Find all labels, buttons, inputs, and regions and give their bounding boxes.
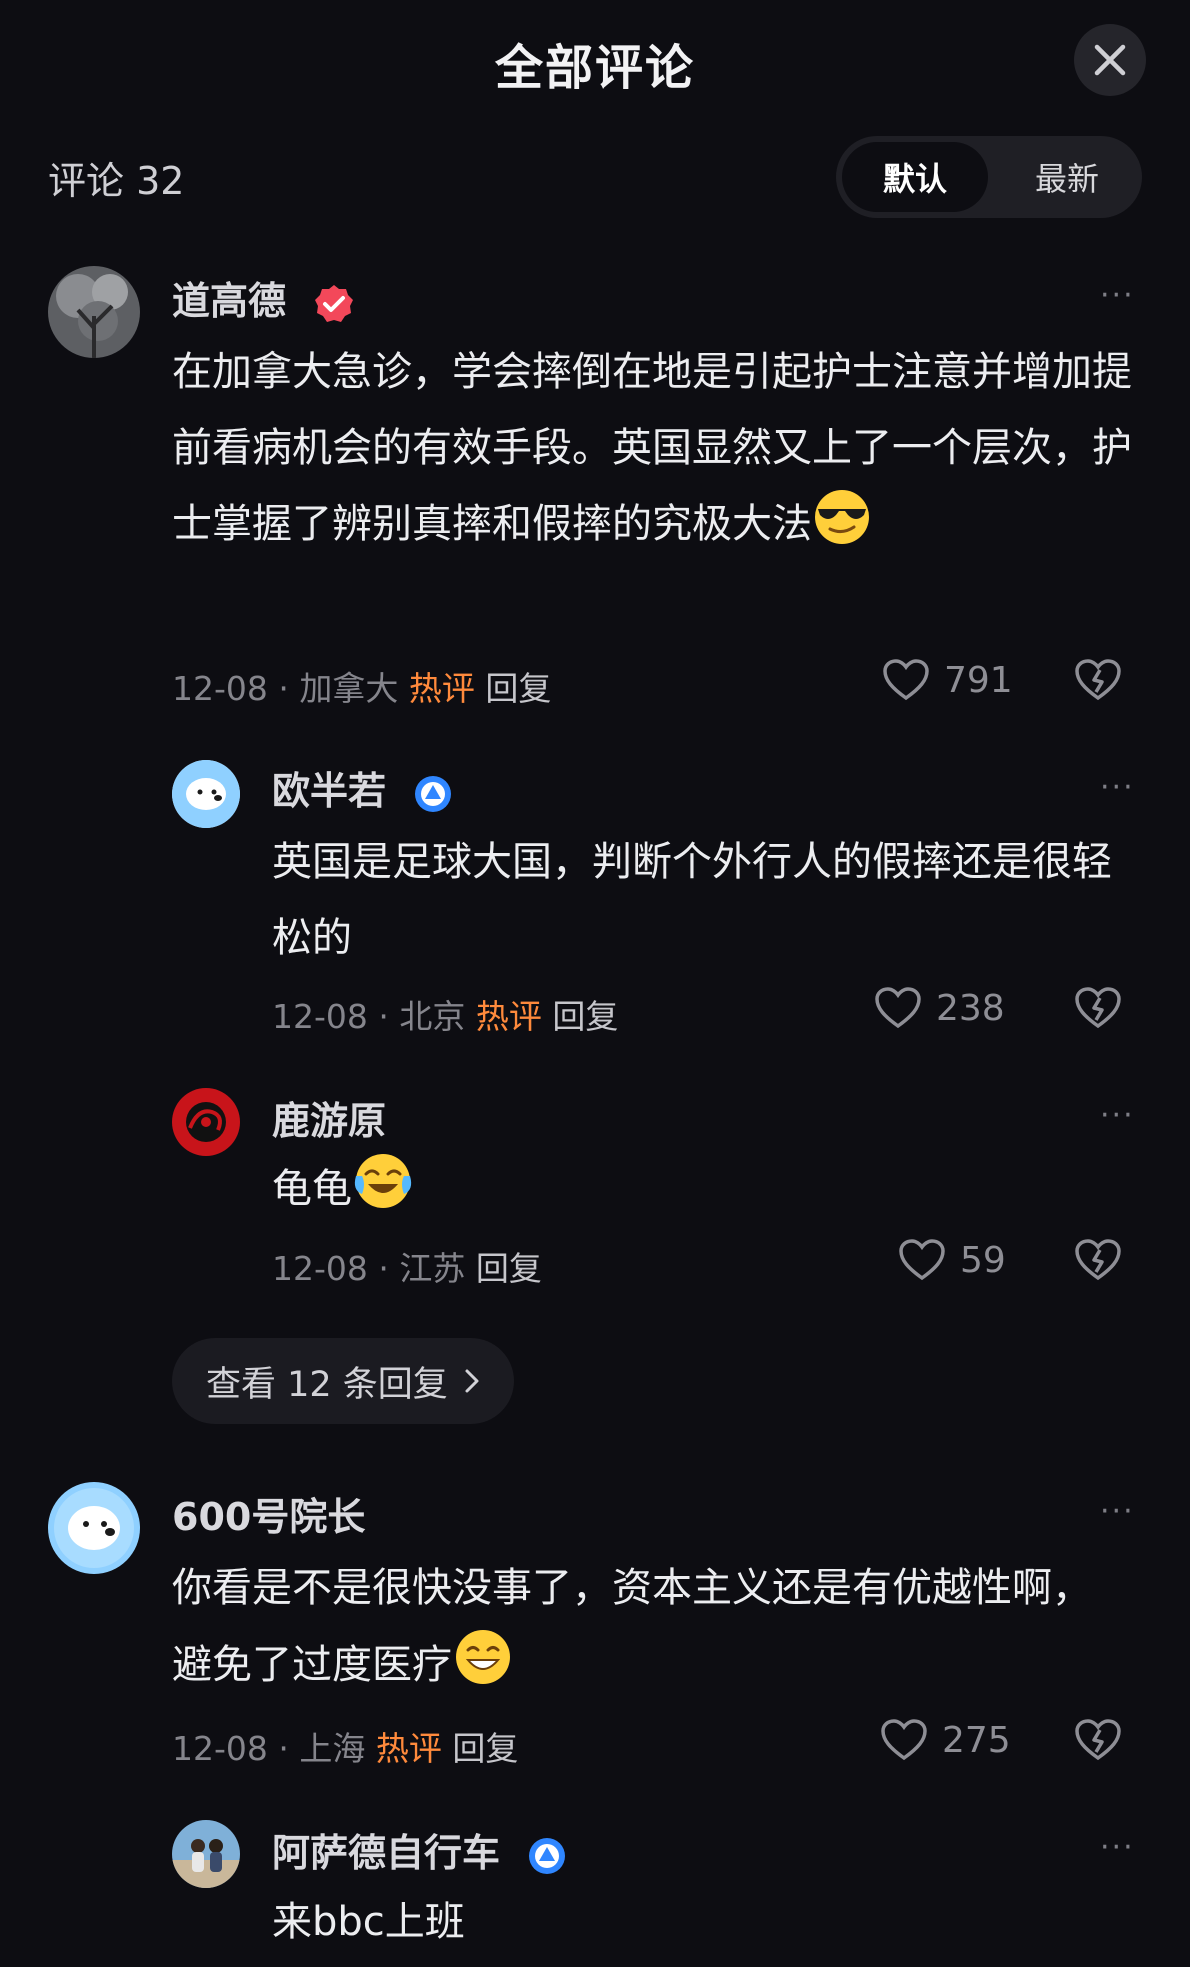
page-title: 全部评论 xyxy=(494,40,695,96)
heart-icon xyxy=(899,1239,945,1281)
close-button[interactable] xyxy=(1074,24,1146,96)
username[interactable]: 道高德 xyxy=(172,270,355,325)
close-icon xyxy=(1094,44,1126,76)
avatar[interactable] xyxy=(172,1088,240,1156)
more-icon[interactable]: ··· xyxy=(1100,1494,1135,1529)
more-icon[interactable]: ··· xyxy=(1100,1830,1135,1865)
cool-sunglasses-emoji-icon xyxy=(815,490,869,544)
comment-text: 英国是足球大国，判断个外行人的假摔还是很轻松的 xyxy=(272,839,1112,961)
comment-text: 在加拿大急诊，学会摔倒在地是引起护士注意并增加提前看病机会的有效手段。英国显然又… xyxy=(172,349,1132,547)
like-button[interactable]: 59 xyxy=(898,1238,1006,1282)
hot-badge: 热评 xyxy=(408,669,475,708)
sort-latest-tab[interactable]: 最新 xyxy=(994,142,1140,212)
verified-badge-icon xyxy=(315,284,354,322)
avatar[interactable] xyxy=(48,266,140,358)
laughing-crying-emoji-icon xyxy=(354,1154,412,1208)
reply-button[interactable]: 回复 xyxy=(552,997,618,1036)
username[interactable]: 阿萨德自行车 xyxy=(272,1822,567,1877)
more-icon[interactable]: ··· xyxy=(1100,278,1135,313)
verified-badge-icon xyxy=(529,1837,566,1874)
like-button[interactable]: 791 xyxy=(882,658,1013,702)
like-button[interactable]: 238 xyxy=(874,986,1005,1030)
comment-meta: 12-08 · 加拿大 热评 回复 xyxy=(172,669,552,708)
username[interactable]: 鹿游原 xyxy=(272,1090,386,1145)
hot-badge: 热评 xyxy=(475,997,542,1036)
like-count: 59 xyxy=(960,1239,1006,1281)
dislike-button[interactable] xyxy=(1074,986,1122,1034)
username[interactable]: 600号院长 xyxy=(172,1486,365,1541)
heart-icon xyxy=(883,659,929,701)
broken-heart-icon xyxy=(1075,659,1121,701)
verified-badge-icon xyxy=(415,775,452,812)
comment-meta: 12-08 · 江苏 回复 xyxy=(272,1249,542,1288)
like-count: 791 xyxy=(944,659,1013,701)
more-icon[interactable]: ··· xyxy=(1100,770,1135,805)
comment-text: 龟龟 xyxy=(272,1150,1132,1227)
heart-icon xyxy=(881,1719,927,1761)
dislike-button[interactable] xyxy=(1074,1238,1122,1286)
reply-button[interactable]: 回复 xyxy=(476,1249,542,1288)
reply-button[interactable]: 回复 xyxy=(485,669,551,708)
chevron-right-icon xyxy=(465,1369,479,1393)
avatar[interactable] xyxy=(172,760,240,828)
comment-meta: 12-08 · 上海 热评 回复 xyxy=(172,1729,519,1768)
sort-toggle: 默认 最新 xyxy=(836,136,1142,218)
dislike-button[interactable] xyxy=(1074,1718,1122,1766)
comment-meta: 12-08 · 北京 热评 回复 xyxy=(272,997,619,1036)
comment-text: 来bbc上班 xyxy=(272,1899,465,1945)
sort-default-tab[interactable]: 默认 xyxy=(842,142,988,212)
avatar[interactable] xyxy=(48,1482,140,1574)
broken-heart-icon xyxy=(1075,1239,1121,1281)
comment-count: 评论 32 xyxy=(48,159,185,203)
like-button[interactable]: 275 xyxy=(880,1718,1011,1762)
comment-text: 你看是不是很快没事了，资本主义还是有优越性啊，避免了过度医疗 xyxy=(172,1565,1092,1688)
reply-button[interactable]: 回复 xyxy=(452,1729,518,1768)
heart-icon xyxy=(875,987,921,1029)
username[interactable]: 欧半若 xyxy=(272,760,453,815)
like-count: 238 xyxy=(936,987,1005,1029)
avatar[interactable] xyxy=(172,1820,240,1888)
grinning-emoji-icon xyxy=(456,1630,510,1684)
broken-heart-icon xyxy=(1075,1719,1121,1761)
like-count: 275 xyxy=(942,1719,1011,1761)
dislike-button[interactable] xyxy=(1074,658,1122,706)
more-icon[interactable]: ··· xyxy=(1100,1098,1135,1133)
broken-heart-icon xyxy=(1075,987,1121,1029)
view-replies-button[interactable]: 查看 12 条回复 xyxy=(172,1338,514,1424)
hot-badge: 热评 xyxy=(375,1729,442,1768)
